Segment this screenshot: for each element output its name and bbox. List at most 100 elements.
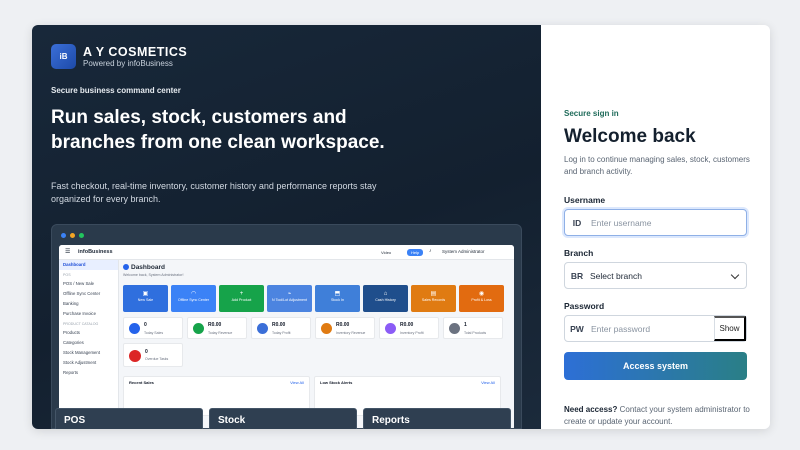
preview-user: System Administrator	[442, 249, 485, 254]
preview-stat-card: R0.00 Today Revenue	[187, 317, 247, 339]
window-dot-icon	[61, 233, 66, 238]
show-password-button[interactable]: Show	[714, 316, 746, 341]
preview-topbar: ☰ infoBusiness Video Help ♪ System Admin…	[59, 245, 514, 260]
window-dot-icon	[79, 233, 84, 238]
preview-tile-label: Profit & Loss	[471, 298, 492, 302]
preview-stat-value: R0.00	[400, 322, 414, 328]
preview-sidebar-item: PRODUCT CATALOG	[63, 322, 99, 326]
username-input[interactable]	[589, 210, 746, 235]
preview-stat-card: 1 Total Products	[443, 317, 503, 339]
branch-label: Branch	[564, 248, 594, 258]
preview-stat-overdue: 0 Overdue Tasks	[123, 343, 183, 367]
feature-cards: POS Stock Reports	[55, 408, 511, 429]
preview-sidebar-item: Offline Sync Center	[63, 291, 101, 296]
preview-sidebar-item: Purchase Invoice	[63, 311, 96, 316]
stat-icon	[321, 323, 332, 334]
branch-prefix: BR	[570, 270, 584, 281]
brand-tagline: Powered by infoBusiness	[83, 58, 173, 68]
password-label: Password	[564, 301, 605, 311]
preview-stat-label: Today Profit	[272, 331, 291, 335]
preview-sidebar-item: Stock Adjustment	[63, 360, 97, 365]
preview-stat-value: R0.00	[208, 322, 222, 328]
stat-icon	[385, 323, 396, 334]
preview-sidebar-item: Categories	[63, 340, 84, 345]
bell-icon: ♪	[429, 248, 432, 254]
preview-app-name: infoBusiness	[78, 249, 113, 255]
box-icon: ⬒	[334, 291, 341, 297]
preview-video-link: Video	[381, 250, 392, 255]
coins-icon: ◉	[478, 291, 485, 297]
preview-tile-label: Offline Sync Center	[177, 298, 210, 302]
hero-panel: iB A Y COSMETICS Powered by infoBusiness…	[32, 25, 541, 429]
feature-card-stock: Stock	[209, 408, 357, 429]
preview-sidebar-item: Dashboard	[59, 260, 118, 270]
access-system-button[interactable]: Access system	[564, 352, 747, 380]
preview-tile: ⌁ N Tool/Lot Adjustment	[267, 285, 312, 312]
preview-tile: ▣ New Sale	[123, 285, 168, 312]
preview-sidebar: Dashboard POS POS / New Sale Offline Sync C…	[59, 260, 119, 428]
feature-card-pos: POS	[55, 408, 203, 429]
preview-stat-value: 1	[464, 322, 467, 328]
brand-block: iB A Y COSMETICS Powered by infoBusiness	[51, 44, 187, 69]
hero-eyebrow: Secure business command center	[51, 86, 181, 95]
preview-tile: ▤ Sales Records	[411, 285, 456, 312]
hero-headline: Run sales, stock, customers and branches…	[51, 107, 385, 153]
sign-in-description: Log in to continue managing sales, stock…	[564, 155, 750, 176]
branch-field: BR Select branch	[564, 262, 747, 289]
preview-tile: ⌂ Cash History	[363, 285, 408, 312]
password-field: PW Show	[564, 315, 747, 342]
dashboard-icon	[123, 264, 129, 270]
alert-icon	[129, 350, 141, 362]
preview-dashboard-title: Dashboard	[123, 264, 511, 271]
chart-icon: ▤	[430, 291, 437, 297]
preview-help-button: Help	[407, 249, 424, 256]
sign-in-title: Welcome back	[564, 126, 696, 147]
stat-icon	[257, 323, 268, 334]
bank-icon: ⌂	[383, 291, 388, 297]
preview-tile-label: N Tool/Lot Adjustment	[272, 298, 307, 302]
preview-stat-label: Today Sales	[144, 331, 164, 335]
chart-icon: ⌁	[287, 291, 292, 297]
preview-tiles: ▣ New Sale ◠ Offline Sync Center + Add Produc…	[123, 285, 504, 312]
preview-app: ☰ infoBusiness Video Help ♪ System Admin…	[59, 245, 514, 428]
feature-card-reports: Reports	[363, 408, 511, 429]
password-prefix: PW	[570, 323, 584, 334]
wifi-icon: ◠	[190, 291, 197, 297]
sign-in-panel: Secure sign in Welcome back Log in to co…	[541, 25, 770, 429]
preview-tile-label: Stock In	[331, 298, 344, 302]
preview-sidebar-item: POS	[63, 273, 71, 277]
preview-sidebar-item: Reports	[63, 370, 79, 375]
username-prefix: ID	[572, 217, 582, 228]
stat-icon	[449, 323, 460, 334]
preview-sidebar-item: Stock Management	[63, 350, 101, 355]
preview-stat-value: R0.00	[336, 322, 350, 328]
preview-stat-label: Today Revenue	[208, 331, 233, 335]
preview-tile-label: New Sale	[137, 298, 154, 302]
preview-sidebar-item: Products	[63, 330, 80, 335]
window-dot-icon	[70, 233, 75, 238]
brand-logo-icon: iB	[51, 44, 76, 69]
branch-select[interactable]: Select branch	[589, 263, 746, 288]
preview-dashboard-sub: Welcome back, System Administrator!	[123, 273, 184, 277]
hamburger-icon: ☰	[65, 249, 71, 255]
cart-icon: ▣	[142, 291, 149, 297]
brand-name: A Y COSMETICS	[83, 44, 188, 59]
username-label: Username	[564, 195, 606, 205]
stat-icon	[193, 323, 204, 334]
login-window: iB A Y COSMETICS Powered by infoBusiness…	[32, 25, 770, 429]
preview-stat-card: R0.00 Today Profit	[251, 317, 311, 339]
preview-tile: + Add Product	[219, 285, 264, 312]
preview-main: Dashboard Welcome back, System Administr…	[123, 264, 511, 428]
preview-stat-card: 0 Today Sales	[123, 317, 183, 339]
preview-stat-card: R0.00 Inventory Revenue	[315, 317, 375, 339]
preview-sidebar-item: POS / New Sale	[63, 281, 95, 286]
window-dots	[61, 233, 84, 238]
preview-stat-label: Total Products	[464, 331, 487, 335]
preview-stat-label: Inventory Revenue	[336, 331, 366, 335]
preview-tile-label: Sales Records	[421, 298, 446, 302]
hero-lead: Fast checkout, real-time inventory, cust…	[51, 181, 377, 204]
preview-tile-label: Cash History	[375, 298, 396, 302]
sign-in-eyebrow: Secure sign in	[564, 109, 619, 118]
password-input[interactable]	[589, 316, 709, 341]
preview-tile: ⬒ Stock In	[315, 285, 360, 312]
